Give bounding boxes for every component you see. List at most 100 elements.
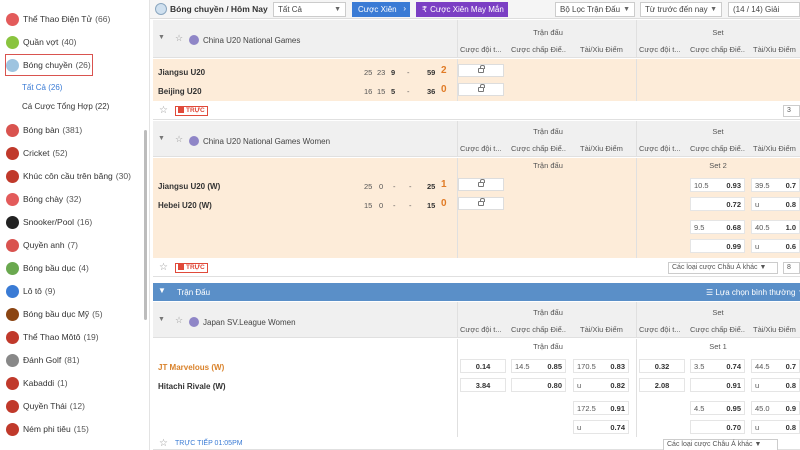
market-count-select[interactable]: 8 — [783, 262, 800, 274]
sublabel-match: Trận đấu — [533, 342, 563, 351]
sidebar-item-ice-hockey[interactable]: Khúc côn cầu trên băng (30) — [6, 165, 143, 187]
sidebar-item-volleyball[interactable]: Bóng chuyền (26) — [5, 54, 93, 76]
league-header[interactable]: ▼ ☆ China U20 National Games Trận đấu Se… — [153, 20, 800, 58]
odds-cell[interactable]: 172.5 0.91 — [573, 401, 629, 415]
odds-cell[interactable]: 0.14 — [460, 359, 506, 373]
sidebar-item-baseball[interactable]: Bóng chày (32) — [6, 188, 143, 210]
league-header[interactable]: ▼ ☆ China U20 National Games Women Trận … — [153, 121, 800, 157]
col-handicap: Cược chấp Điể... — [511, 45, 566, 54]
sidebar-item-label: Đánh Golf — [23, 355, 62, 365]
sidebar-item-label: Thể Thao Điện Tử — [23, 14, 93, 24]
odds-cell[interactable]: u 0.82 — [573, 378, 629, 392]
lucky-icon: ₹ — [422, 5, 428, 14]
odds-cell[interactable]: 39.5 0.7 — [751, 178, 800, 192]
match-filter-select[interactable]: Bộ Lọc Trận Đấu ▼ — [555, 2, 635, 17]
sidebar-item-cricket[interactable]: Cricket (52) — [6, 142, 143, 164]
sidebar-item-label: Cricket — [23, 148, 50, 158]
sidebar-item-darts[interactable]: Ném phi tiêu (15) — [6, 418, 143, 440]
odds-cell[interactable]: 3.5 0.74 — [690, 359, 745, 373]
star-icon[interactable]: ☆ — [175, 315, 183, 326]
team-home: JT Marvelous (W) — [158, 363, 225, 372]
sidebar-item-snooker[interactable]: Snooker/Pool (16) — [6, 211, 143, 233]
match-row[interactable]: Jiangsu U20 Beijing U20 25 23 9 - 59 2 1… — [153, 59, 800, 101]
odds-cell[interactable]: 170.5 0.83 — [573, 359, 629, 373]
odds-cell[interactable]: u 0.8 — [751, 420, 800, 434]
odds-cell[interactable]: 0.72 — [690, 197, 745, 211]
odds-cell[interactable]: u 0.6 — [751, 239, 800, 253]
odds-cell[interactable]: 0.80 — [511, 378, 566, 392]
odds-cell[interactable]: u 0.8 — [751, 197, 800, 211]
odds-value: 0.7 — [785, 180, 796, 190]
odds-cell[interactable]: 0.91 — [690, 378, 745, 392]
odds-cell[interactable]: 14.5 0.85 — [511, 359, 566, 373]
american-football-icon — [6, 307, 19, 321]
match-row[interactable]: Trận đấu Set 1 JT Marvelous (W) Hitachi … — [153, 339, 800, 437]
divider — [457, 59, 458, 101]
star-icon[interactable]: ☆ — [175, 134, 183, 145]
market-select[interactable]: Các loại cược Châu Á khác ▼ — [663, 439, 778, 450]
volleyball-icon — [155, 3, 167, 15]
odds-cell[interactable]: 0.32 — [639, 359, 685, 373]
team-away: Beijing U20 — [158, 87, 202, 96]
sidebar-item-rugby[interactable]: Bóng bầu dục (4) — [6, 257, 143, 279]
header-set: Set — [712, 308, 724, 317]
sidebar-item-muay-thai[interactable]: Quyền Thái (12) — [6, 395, 143, 417]
sidebar-item-boxing[interactable]: Quyền anh (7) — [6, 234, 143, 256]
filter-select[interactable]: Tất Cả ▼ — [273, 2, 346, 17]
market-count-select[interactable]: 3 — [783, 105, 800, 117]
chevron-down-icon[interactable]: ▼ — [158, 34, 165, 41]
odds-cell[interactable]: 44.5 0.7 — [751, 359, 800, 373]
odds-cell[interactable]: 9.5 0.68 — [690, 220, 745, 234]
odds-value: 0.91 — [610, 403, 625, 413]
odds-cell[interactable]: u 0.74 — [573, 420, 629, 434]
sidebar-item-count: (12) — [69, 401, 85, 411]
odds-cell[interactable]: 0.70 — [690, 420, 745, 434]
sidebar-item-tennis[interactable]: Quần vợt (40) — [6, 31, 143, 53]
col-handicap: Cược chấp Điể... — [511, 144, 566, 153]
odds-cell[interactable]: 0.99 — [690, 239, 745, 253]
sidebar-item-american-football[interactable]: Bóng bầu dục Mỹ (5) — [6, 303, 143, 325]
odds-cell[interactable]: 4.5 0.95 — [690, 401, 745, 415]
chevron-down-icon[interactable]: ▼ — [158, 286, 166, 295]
divider — [636, 59, 637, 101]
parlay-button[interactable]: Cược Xiên › — [352, 2, 410, 17]
sort-select[interactable]: Từ trước đến nay ▼ — [640, 2, 722, 17]
sidebar-item-motorsport[interactable]: Thể Thao Môtô (19) — [6, 326, 143, 348]
sidebar-sub-all[interactable]: Tất Cả (26) — [22, 83, 62, 92]
sidebar-sub-outright[interactable]: Cá Cược Tổng Hợp (22) — [22, 102, 109, 111]
star-icon[interactable]: ☆ — [159, 105, 168, 116]
league-count-select[interactable]: (14 / 14) Giải — [728, 2, 800, 17]
odds-cell[interactable]: 10.5 0.93 — [690, 178, 745, 192]
section-bar[interactable]: ▼ Trận Đấu ☰ Lựa chọn bình thường ▼ — [153, 283, 800, 301]
sidebar-item-table-tennis[interactable]: Bóng bàn (381) — [6, 119, 143, 141]
star-icon[interactable]: ☆ — [175, 33, 183, 44]
odds-line: 172.5 — [577, 403, 596, 413]
baseball-icon — [6, 192, 19, 206]
sidebar-item-count: (66) — [95, 14, 111, 24]
odds-cell[interactable]: u 0.8 — [751, 378, 800, 392]
match-row[interactable]: Trận đấu Set 2 Jiangsu U20 (W) Hebei U20… — [153, 158, 800, 258]
league-header[interactable]: ▼ ☆ Japan SV.League Women Trận đấu Set C… — [153, 302, 800, 338]
score: - — [393, 182, 396, 191]
sidebar-item-lotto[interactable]: Lô tô (9) — [6, 280, 143, 302]
sidebar-item-kabaddi[interactable]: Kabaddi (1) — [6, 372, 143, 394]
odds-cell[interactable]: 40.5 1.0 — [751, 220, 800, 234]
chevron-down-icon[interactable]: ▼ — [158, 316, 165, 323]
lucky-parlay-button[interactable]: ₹ Cược Xiên May Mắn — [416, 2, 508, 17]
odds-value: 0.82 — [610, 380, 625, 390]
view-mode-select[interactable]: ☰ Lựa chọn bình thường ▼ — [706, 288, 800, 297]
odds-value: 0.85 — [547, 361, 562, 371]
star-icon[interactable]: ☆ — [159, 262, 168, 273]
sidebar-item-label: Snooker/Pool — [23, 217, 75, 227]
odds-cell[interactable]: 3.84 — [460, 378, 506, 392]
star-icon[interactable]: ☆ — [159, 438, 168, 449]
market-select[interactable]: Các loại cược Châu Á khác ▼ — [668, 262, 778, 274]
sidebar-item-esports[interactable]: Thể Thao Điện Tử (66) — [6, 8, 143, 30]
odds-cell[interactable]: 45.0 0.9 — [751, 401, 800, 415]
sidebar-scrollbar[interactable] — [144, 130, 147, 320]
boxing-icon — [6, 238, 19, 252]
sidebar-item-golf[interactable]: Đánh Golf (81) — [6, 349, 143, 371]
chevron-down-icon[interactable]: ▼ — [158, 135, 165, 142]
odds-cell[interactable]: 2.08 — [639, 378, 685, 392]
score: 15 — [377, 87, 386, 96]
